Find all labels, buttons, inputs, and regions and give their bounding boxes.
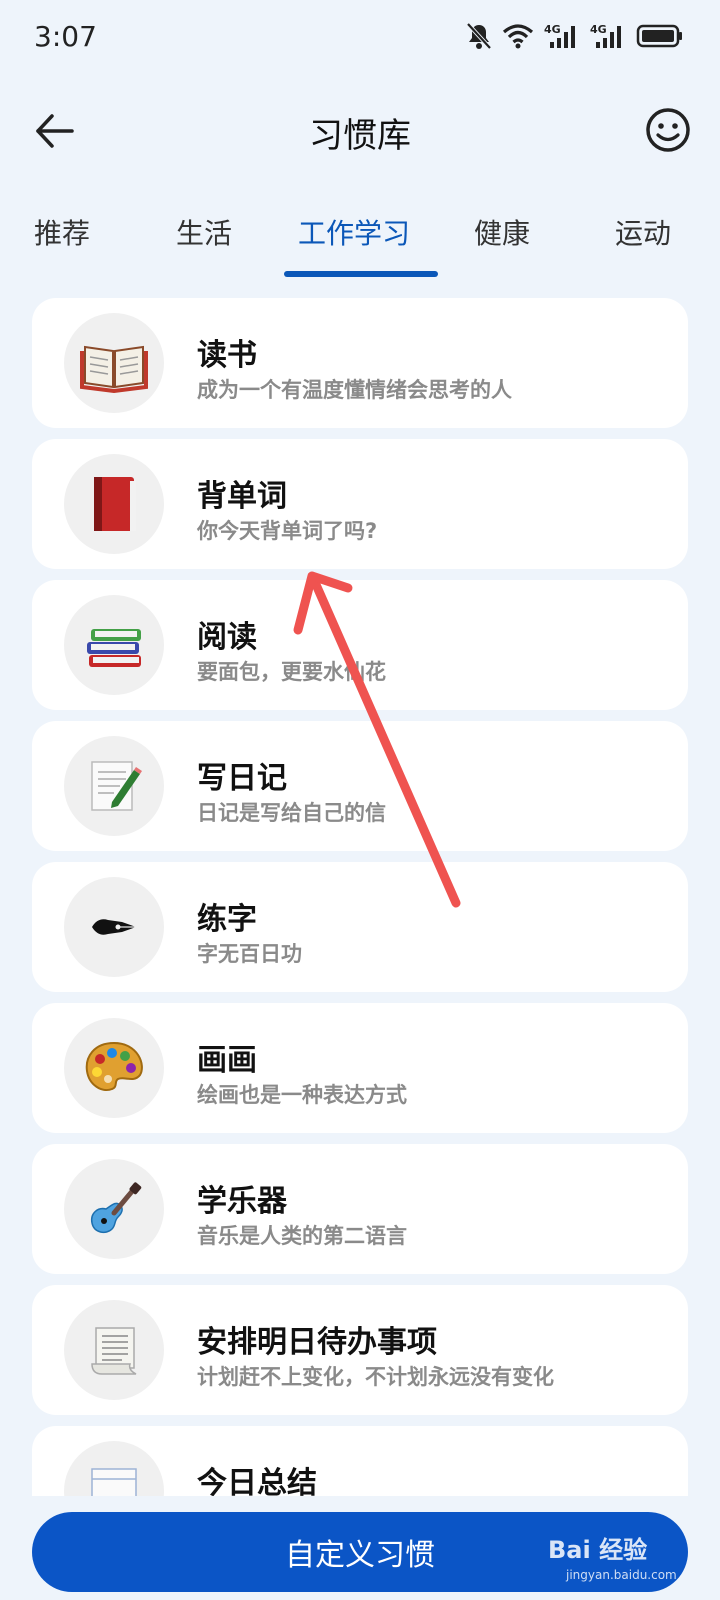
habit-title: 画画 bbox=[197, 1043, 257, 1078]
page-title: 习惯库 bbox=[309, 116, 411, 156]
habit-icon-wrap bbox=[64, 313, 164, 413]
habit-title: 安排明日待办事项 bbox=[197, 1325, 437, 1360]
status-icons: 4G 4G bbox=[466, 22, 684, 50]
habit-subtitle: 要面包，更要水仙花 bbox=[197, 660, 386, 684]
habit-subtitle: 计划赶不上变化，不计划永远没有变化 bbox=[197, 1365, 554, 1389]
active-tab-indicator bbox=[284, 271, 438, 277]
calendar-icon bbox=[91, 1468, 137, 1496]
habit-icon-wrap bbox=[64, 595, 164, 695]
baidu-watermark-url: jingyan.baidu.com bbox=[566, 1568, 677, 1582]
signal-4g-icon: 4G bbox=[590, 23, 621, 48]
fountain-pen-nib-icon bbox=[92, 919, 136, 935]
signal-4g-icon: 4G bbox=[544, 23, 575, 48]
habit-list: 读书 成为一个有温度懂情绪会思考的人 背单词 你今天背单词了吗? 阅读 要面包，… bbox=[32, 298, 688, 1496]
habit-title: 写日记 bbox=[197, 761, 287, 796]
habit-icon-wrap bbox=[64, 1159, 164, 1259]
tab-sports[interactable]: 运动 bbox=[615, 212, 671, 252]
habit-subtitle: 日记是写给自己的信 bbox=[197, 801, 386, 825]
habit-icon-wrap bbox=[64, 454, 164, 554]
open-book-icon bbox=[80, 345, 148, 393]
net-label: 4G bbox=[590, 23, 607, 36]
habit-subtitle: 你今天背单词了吗? bbox=[197, 519, 378, 543]
smiley-face-icon bbox=[646, 108, 690, 152]
habit-icon-wrap bbox=[64, 1018, 164, 1118]
habit-subtitle: 绘画也是一种表达方式 bbox=[197, 1083, 407, 1107]
tab-life[interactable]: 生活 bbox=[176, 212, 232, 252]
habit-card-reading-books[interactable]: 读书 成为一个有温度懂情绪会思考的人 bbox=[32, 298, 688, 428]
tab-recommended[interactable]: 推荐 bbox=[34, 212, 90, 252]
bell-off-icon bbox=[466, 22, 492, 50]
habit-subtitle: 字无百日功 bbox=[197, 942, 302, 966]
memo-pencil-icon bbox=[91, 761, 142, 811]
habit-title: 读书 bbox=[197, 338, 257, 373]
habit-title: 阅读 bbox=[197, 620, 257, 655]
red-book-icon bbox=[94, 477, 136, 531]
habit-card-diary[interactable]: 写日记 日记是写给自己的信 bbox=[32, 721, 688, 851]
net-label: 4G bbox=[544, 23, 561, 36]
guitar-icon bbox=[90, 1182, 142, 1234]
book-stack-icon bbox=[87, 629, 141, 667]
habit-subtitle: 音乐是人类的第二语言 bbox=[197, 1224, 407, 1248]
custom-habit-button-label: 自定义习惯 bbox=[285, 1538, 435, 1573]
habit-card-reading[interactable]: 阅读 要面包，更要水仙花 bbox=[32, 580, 688, 710]
habit-card-calligraphy[interactable]: 练字 字无百日功 bbox=[32, 862, 688, 992]
habit-icon-wrap bbox=[64, 736, 164, 836]
habit-card-vocabulary[interactable]: 背单词 你今天背单词了吗? bbox=[32, 439, 688, 569]
tab-health[interactable]: 健康 bbox=[474, 212, 530, 252]
habit-title: 今日总结 bbox=[197, 1466, 317, 1496]
smiley-button[interactable] bbox=[644, 106, 692, 154]
habit-card-daily-summary[interactable]: 今日总结 bbox=[32, 1426, 688, 1496]
status-bar: 3:07 4G 4G bbox=[0, 0, 720, 80]
app-header: 习惯库 bbox=[0, 90, 720, 170]
habit-card-instrument[interactable]: 学乐器 音乐是人类的第二语言 bbox=[32, 1144, 688, 1274]
habit-icon-wrap bbox=[64, 877, 164, 977]
habit-icon-wrap bbox=[64, 1300, 164, 1400]
habit-title: 练字 bbox=[197, 902, 257, 937]
habit-card-plan-tomorrow[interactable]: 安排明日待办事项 计划赶不上变化，不计划永远没有变化 bbox=[32, 1285, 688, 1415]
artist-palette-icon bbox=[85, 1041, 143, 1091]
tab-work-study[interactable]: 工作学习 bbox=[298, 212, 410, 252]
scroll-list-icon bbox=[91, 1327, 137, 1375]
habit-card-painting[interactable]: 画画 绘画也是一种表达方式 bbox=[32, 1003, 688, 1133]
status-time: 3:07 bbox=[34, 20, 97, 53]
baidu-watermark: Bai 经验 bbox=[548, 1536, 648, 1564]
category-tabs: 推荐 生活 工作学习 健康 运动 bbox=[0, 200, 720, 280]
battery-icon bbox=[636, 24, 682, 48]
habit-subtitle: 成为一个有温度懂情绪会思考的人 bbox=[197, 378, 512, 402]
habit-title: 背单词 bbox=[197, 479, 287, 514]
habit-icon-wrap bbox=[64, 1441, 164, 1496]
habit-title: 学乐器 bbox=[197, 1184, 287, 1219]
wifi-icon bbox=[502, 24, 534, 49]
